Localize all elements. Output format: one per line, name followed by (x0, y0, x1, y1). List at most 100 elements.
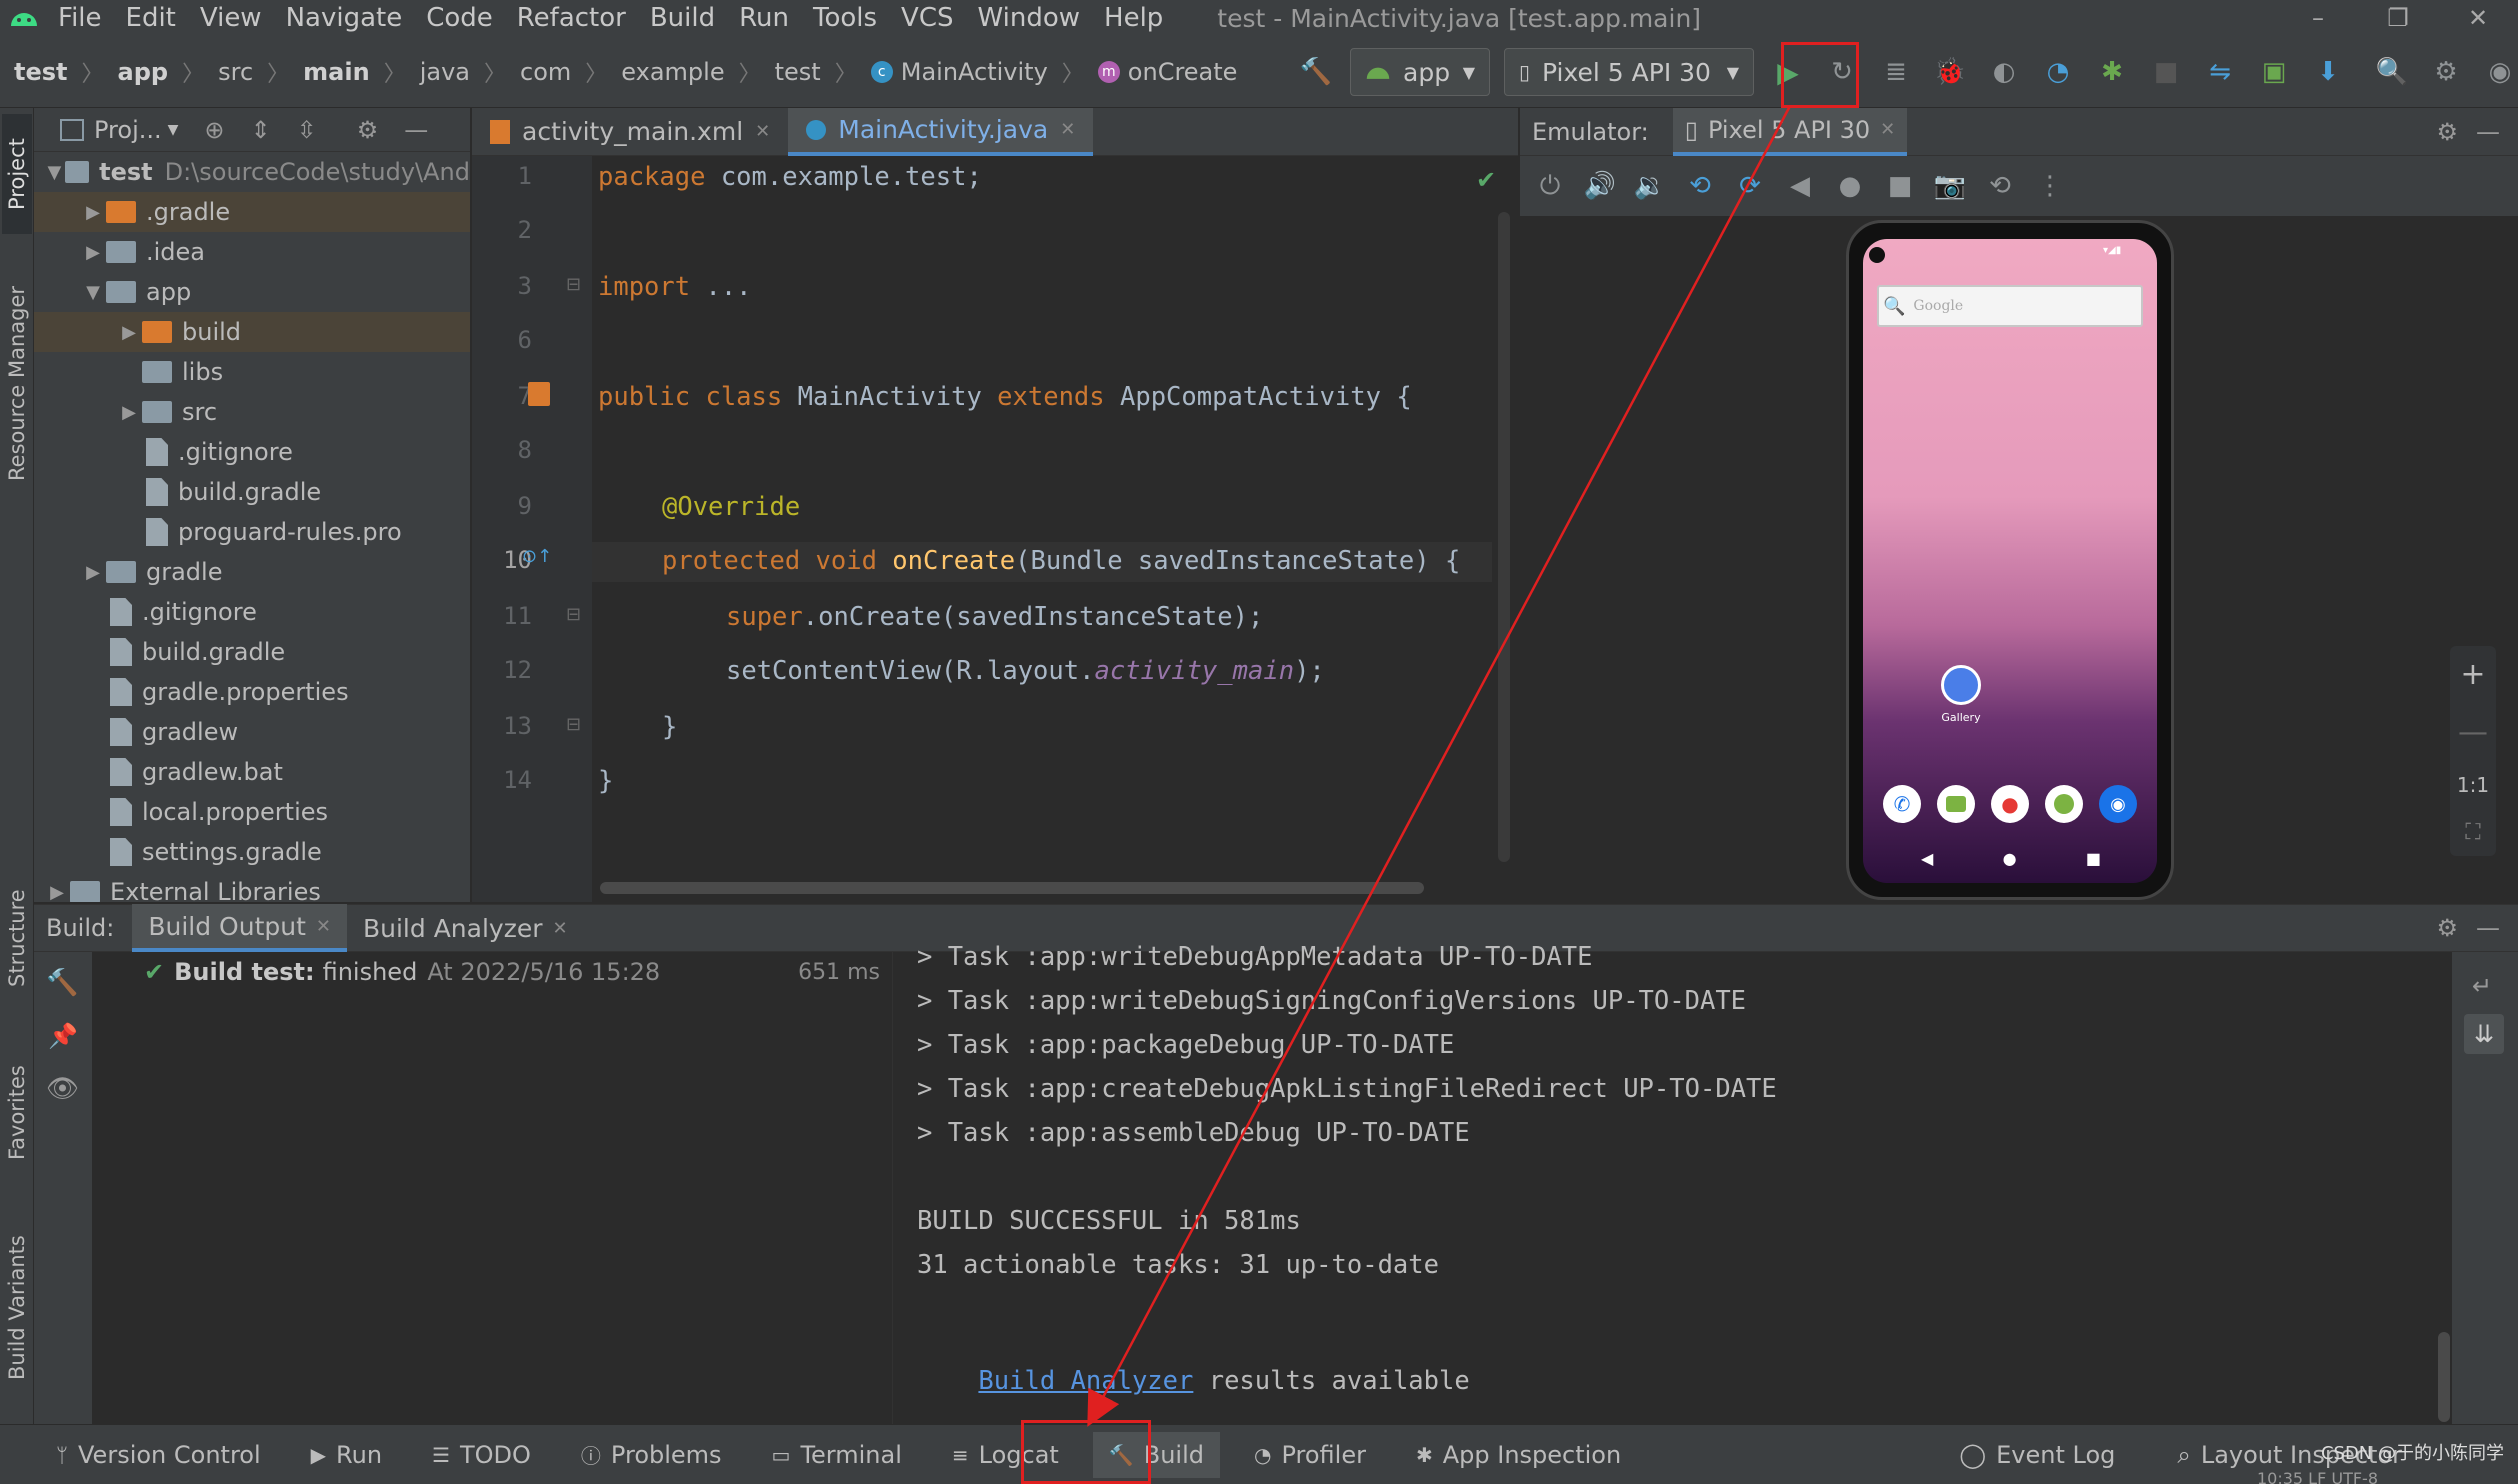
collapsed-arrow-icon[interactable]: ▶ (44, 882, 70, 903)
menu-item-view[interactable]: View (200, 3, 262, 33)
gear-icon[interactable]: ⚙ (2426, 52, 2466, 92)
phone-screen[interactable]: ▾◢▮ 🔍 Google Gallery ✆ ● ◉ ◀ ● ■ (1863, 239, 2157, 883)
attach-debugger-icon[interactable]: ✱ (2092, 52, 2132, 92)
tab-build-variants[interactable]: Build Variants (2, 1208, 32, 1408)
pin-icon[interactable]: 📌 (48, 1022, 78, 1050)
coverage-icon[interactable]: ◐ (1984, 52, 2024, 92)
event-log-button[interactable]: ◯ Event Log (1943, 1432, 2131, 1478)
avd-manager-icon[interactable]: ▣ (2254, 52, 2294, 92)
tree-item[interactable]: build.gradle (34, 472, 470, 512)
menu-item-tools[interactable]: Tools (813, 3, 877, 33)
hammer-build-icon[interactable]: 🔨 (1296, 52, 1336, 92)
tool-tab-todo[interactable]: ☰ TODO (416, 1432, 547, 1478)
tool-tab-problems[interactable]: ⓘ Problems (565, 1432, 738, 1478)
emulator-device-tab[interactable]: ▯ Pixel 5 API 30 ✕ (1672, 107, 1908, 156)
collapsed-arrow-icon[interactable]: ▶ (80, 562, 106, 583)
tree-item[interactable]: build.gradle (34, 632, 470, 672)
soft-wrap-icon[interactable]: ↵ (2472, 972, 2492, 1000)
fold-marker-icon[interactable]: ⊟ (566, 714, 581, 735)
tool-tab-run[interactable]: ▶ Run (295, 1432, 398, 1478)
debug-icon[interactable]: 🐞 (1930, 52, 1970, 92)
apply-code-changes-icon[interactable]: ≣ (1876, 52, 1916, 92)
menu-item-vcs[interactable]: VCS (901, 3, 953, 33)
tree-item[interactable]: ▶ src (34, 392, 470, 432)
fold-marker-icon[interactable]: ⊟ (566, 274, 581, 295)
close-icon[interactable]: ✕ (755, 121, 770, 142)
rotate-right-icon[interactable]: ⟳ (1730, 166, 1770, 206)
menu-item-refactor[interactable]: Refactor (517, 3, 626, 33)
tree-item[interactable]: gradle.properties (34, 672, 470, 712)
snapshot-icon[interactable]: ⟲ (1980, 166, 2020, 206)
hide-panel-icon[interactable]: — (404, 116, 428, 144)
android-app-icon[interactable] (2045, 785, 2083, 823)
close-icon[interactable]: ✕ (1880, 119, 1895, 140)
more-icon[interactable]: ⋮ (2030, 166, 2070, 206)
messages-app-icon[interactable] (1937, 785, 1975, 823)
code-editor[interactable]: 1 2 3 6 7 8 9 10 11 12 13 14 ⊟ ⊟ ⊟ ⊙↑ ✔ package com.exa… (472, 156, 1518, 902)
tree-item[interactable]: gradlew.bat (34, 752, 470, 792)
gear-icon[interactable]: ⚙ (2436, 914, 2458, 942)
tab-structure[interactable]: Structure (2, 868, 32, 1008)
tab-favorites[interactable]: Favorites (2, 1038, 32, 1188)
google-search-bar[interactable]: 🔍 Google (1877, 285, 2143, 327)
tree-item[interactable]: settings.gradle (34, 832, 470, 872)
editor-hscrollbar[interactable] (600, 882, 1424, 894)
back-icon[interactable]: ◀ (1780, 166, 1820, 206)
tool-tab-app-inspection[interactable]: ✱ App Inspection (1400, 1432, 1637, 1478)
phone-app-icon[interactable]: ✆ (1883, 785, 1921, 823)
project-view-select[interactable]: Proj... (94, 116, 162, 144)
tree-item[interactable]: libs (34, 352, 470, 392)
breadcrumb-item[interactable]: java (420, 58, 470, 86)
account-icon[interactable]: ◉ (2480, 52, 2518, 92)
menu-item-navigate[interactable]: Navigate (286, 3, 403, 33)
gear-icon[interactable]: ⚙ (2436, 118, 2458, 146)
breadcrumb-item[interactable]: src (218, 58, 253, 86)
chevron-down-icon[interactable]: ▼ (168, 122, 179, 138)
tab-build-analyzer[interactable]: Build Analyzer ✕ (347, 904, 584, 952)
tool-tab-terminal[interactable]: ▭ Terminal (756, 1432, 918, 1478)
breadcrumb-item[interactable]: MainActivity (901, 58, 1048, 86)
collapsed-arrow-icon[interactable]: ▶ (116, 402, 142, 423)
gear-icon[interactable]: ⚙ (357, 116, 379, 144)
hide-panel-icon[interactable]: — (2476, 118, 2500, 146)
breadcrumb-item[interactable]: test (14, 58, 68, 86)
menu-item-run[interactable]: Run (739, 3, 789, 33)
tree-item[interactable]: .gitignore (34, 592, 470, 632)
breadcrumb-item[interactable]: example (621, 58, 724, 86)
collapsed-arrow-icon[interactable]: ▶ (80, 202, 106, 223)
tab-resource-manager[interactable]: Resource Manager (2, 258, 32, 508)
tree-item[interactable]: gradlew (34, 712, 470, 752)
tree-item[interactable]: local.properties (34, 792, 470, 832)
home-icon[interactable]: ● (1830, 166, 1870, 206)
hide-panel-icon[interactable]: — (2476, 914, 2500, 942)
menu-item-help[interactable]: Help (1104, 3, 1163, 33)
tab-mainactivity-java[interactable]: MainActivity.java ✕ (788, 107, 1094, 156)
tool-tab-profiler[interactable]: ◔ Profiler (1238, 1432, 1382, 1478)
scroll-to-end-icon[interactable]: ⇊ (2464, 1014, 2504, 1054)
tree-item[interactable]: ▶ .idea (34, 232, 470, 272)
close-icon[interactable]: ✕ (1060, 119, 1075, 140)
overview-icon[interactable]: ■ (1880, 166, 1920, 206)
close-window-button[interactable]: ✕ (2438, 4, 2518, 32)
editor-scrollbar[interactable] (1498, 212, 1510, 862)
expand-all-icon[interactable]: ⇕ (251, 116, 271, 144)
menu-item-edit[interactable]: Edit (126, 3, 176, 33)
expanded-arrow-icon[interactable]: ▼ (44, 162, 65, 183)
collapse-all-icon[interactable]: ⇳ (297, 116, 317, 144)
tab-build-output[interactable]: Build Output ✕ (132, 904, 347, 952)
camera-icon[interactable]: 📷 (1930, 166, 1970, 206)
close-icon[interactable]: ✕ (316, 916, 331, 937)
nav-back-icon[interactable]: ◀ (1921, 849, 1933, 868)
run-config-select[interactable]: app ▼ (1350, 48, 1490, 96)
stop-icon[interactable]: ■ (2146, 52, 2186, 92)
zoom-ratio-button[interactable]: 1:1 (2457, 773, 2489, 797)
nav-recents-icon[interactable]: ■ (2086, 849, 2101, 868)
rotate-left-icon[interactable]: ⟲ (1680, 166, 1720, 206)
power-icon[interactable]: ⏻ (1530, 166, 1570, 206)
breadcrumb-item[interactable]: com (520, 58, 571, 86)
maps-app-icon[interactable]: ● (1991, 785, 2029, 823)
build-output[interactable]: > Task :app:writeDebugAppMetadata UP-TO-… (892, 942, 2452, 1424)
tree-item[interactable]: ▶ .gradle (34, 192, 470, 232)
zoom-out-icon[interactable]: — (2458, 715, 2488, 750)
fold-marker-icon[interactable]: ⊟ (566, 604, 581, 625)
